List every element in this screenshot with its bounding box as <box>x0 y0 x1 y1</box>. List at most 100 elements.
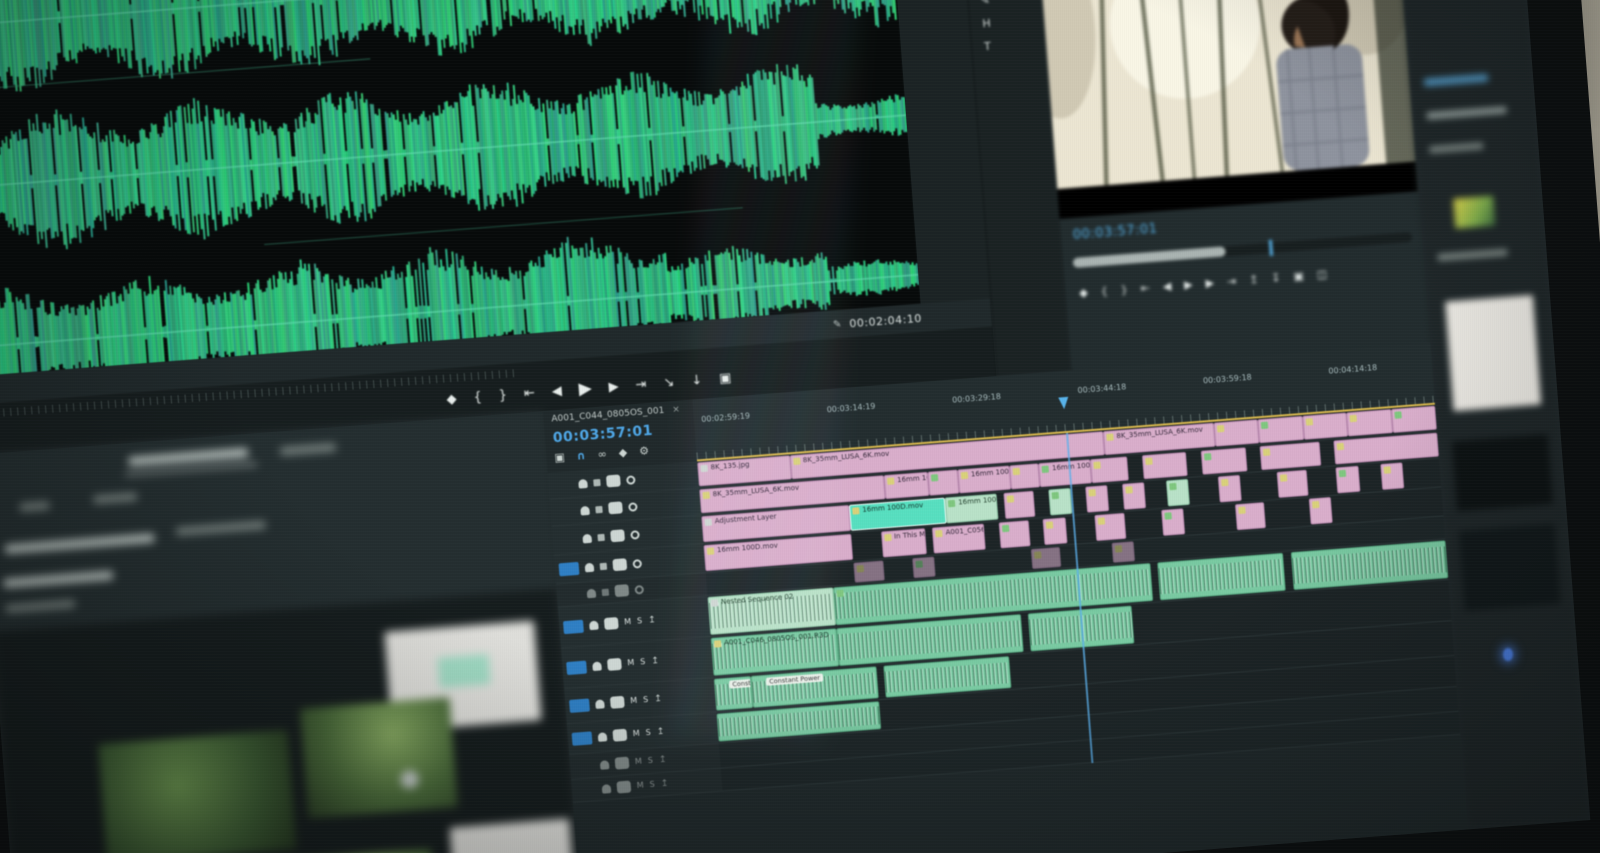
track-targeting-badge[interactable] <box>614 584 629 597</box>
preview-video-frame[interactable] <box>1037 0 1419 219</box>
timeline-clip[interactable]: 16mm 100D <box>884 472 930 499</box>
lock-icon[interactable] <box>580 505 590 515</box>
mute-button[interactable]: M <box>627 659 634 668</box>
timeline-clip[interactable]: A001_C056_0... <box>932 524 986 554</box>
keyframe-toggle-icon[interactable]: ↥ <box>654 694 662 704</box>
source-patch-badge[interactable] <box>556 532 577 546</box>
source-patch-badge[interactable] <box>563 619 584 633</box>
comparison-view-button[interactable]: ◫ <box>1316 269 1327 281</box>
go-to-out-button[interactable]: ⇥ <box>635 378 647 392</box>
solo-button[interactable]: S <box>645 729 651 737</box>
keyframe-toggle-icon[interactable]: ↥ <box>648 616 656 626</box>
source-patch-badge[interactable] <box>574 759 595 773</box>
timeline-clip[interactable] <box>1309 497 1333 525</box>
lock-icon[interactable] <box>587 588 597 598</box>
sync-lock-icon[interactable] <box>597 533 605 541</box>
timeline-clip[interactable] <box>1112 541 1136 563</box>
timeline-clip[interactable] <box>1346 409 1392 436</box>
go-to-in-button[interactable]: ⇤ <box>523 386 535 400</box>
mute-button[interactable]: M <box>630 697 637 706</box>
timeline-clip[interactable] <box>1095 513 1127 541</box>
close-icon[interactable]: × <box>672 405 680 416</box>
snap-toggle-button[interactable]: ∩ <box>576 450 586 462</box>
timeline-clip[interactable] <box>1142 452 1188 479</box>
solo-button[interactable]: S <box>637 617 643 625</box>
timeline-clip[interactable] <box>1122 482 1146 510</box>
play-button[interactable]: ▶ <box>578 380 592 398</box>
timeline-clip[interactable] <box>1030 547 1061 569</box>
solo-button[interactable]: S <box>648 757 654 765</box>
mark-in-button[interactable]: { <box>473 390 482 404</box>
thumbnail-dark[interactable] <box>1459 524 1561 611</box>
step-back-button[interactable]: ◀ <box>551 384 562 398</box>
toggle-track-output-icon[interactable] <box>630 530 640 540</box>
hand-tool[interactable]: H <box>982 13 1046 29</box>
source-patch-badge[interactable] <box>558 561 579 575</box>
timeline-clip[interactable]: 16mm 100D <box>958 466 1011 494</box>
timeline-clip[interactable] <box>1218 475 1242 503</box>
keyframe-toggle-icon[interactable]: ↥ <box>651 657 659 667</box>
toggle-track-output-icon[interactable] <box>626 475 636 485</box>
insert-button[interactable]: ↘ <box>663 376 675 390</box>
track-targeting-badge[interactable] <box>616 781 631 794</box>
extract-button[interactable]: ↧ <box>1271 272 1281 284</box>
timeline-clip[interactable] <box>928 470 959 496</box>
lock-icon[interactable] <box>592 661 602 671</box>
lock-icon[interactable] <box>600 760 610 770</box>
toggle-track-output-icon[interactable] <box>634 584 644 594</box>
timeline-clip[interactable] <box>1043 517 1067 545</box>
timeline-clip[interactable]: In This Mo... <box>881 528 927 557</box>
solo-button[interactable]: S <box>649 781 655 789</box>
linked-selection-button[interactable]: ∞ <box>597 448 607 460</box>
timeline-clip[interactable]: 16mm 100... <box>1039 459 1092 487</box>
overwrite-button[interactable]: ↓ <box>691 373 703 387</box>
timeline-clip[interactable] <box>1235 502 1267 530</box>
timeline-clip[interactable] <box>1391 406 1437 433</box>
source-patch-badge[interactable] <box>569 698 590 712</box>
timeline-clip[interactable] <box>1302 413 1348 440</box>
lock-icon[interactable] <box>602 784 612 794</box>
export-frame-button[interactable]: ▣ <box>1293 270 1304 282</box>
track-targeting-badge[interactable] <box>608 501 623 514</box>
timeline-clip[interactable]: 16mm 100D <box>945 494 999 524</box>
project-item-thumbnail[interactable] <box>449 818 575 853</box>
step-forward-button[interactable]: ▶ <box>608 380 619 394</box>
timeline-clip[interactable] <box>999 520 1031 548</box>
add-marker-button[interactable]: ◆ <box>446 392 457 406</box>
source-patch-badge[interactable] <box>552 478 573 492</box>
lock-icon[interactable] <box>595 699 605 709</box>
source-patch-badge[interactable] <box>566 660 587 674</box>
track-targeting-badge[interactable] <box>610 696 625 709</box>
timeline-clip[interactable] <box>1090 456 1129 483</box>
source-patch-badge[interactable] <box>554 505 575 519</box>
keyframe-toggle-icon[interactable]: ↥ <box>660 779 668 789</box>
step-back-button[interactable]: ◀ <box>1162 281 1171 293</box>
timeline-clip[interactable] <box>1277 470 1309 498</box>
toggle-track-output-icon[interactable] <box>628 502 638 512</box>
track-targeting-badge[interactable] <box>610 529 625 542</box>
timeline-clip[interactable] <box>1336 466 1360 494</box>
track-targeting-badge[interactable] <box>604 617 619 630</box>
program-scrubber-playhead[interactable] <box>1269 240 1273 256</box>
mute-button[interactable]: M <box>633 730 640 739</box>
playhead-caret[interactable] <box>1058 397 1069 410</box>
thumbnail-color[interactable] <box>1453 196 1495 229</box>
project-panel[interactable] <box>0 411 580 853</box>
mark-out-button[interactable]: } <box>498 388 507 402</box>
toggle-track-output-icon[interactable] <box>632 559 642 569</box>
thumbnail-dark[interactable] <box>1452 434 1553 511</box>
sync-lock-icon[interactable] <box>595 505 603 513</box>
timeline-clip[interactable] <box>1161 508 1185 536</box>
source-patch-badge[interactable] <box>572 731 593 745</box>
project-item-thumbnail[interactable] <box>98 730 297 853</box>
project-item-thumbnail[interactable] <box>300 697 458 818</box>
lock-icon[interactable] <box>585 562 595 572</box>
source-patch-badge[interactable] <box>576 783 597 797</box>
timeline-settings-button[interactable]: ⚙ <box>639 445 650 457</box>
solo-button[interactable]: S <box>640 658 646 666</box>
type-tool[interactable]: T <box>984 36 1048 52</box>
program-current-timecode[interactable]: 00:03:57:01 <box>1072 221 1158 242</box>
lift-button[interactable]: ↥ <box>1249 274 1259 286</box>
timeline-clip[interactable] <box>853 561 884 583</box>
nest-toggle-button[interactable]: ▣ <box>554 452 565 464</box>
